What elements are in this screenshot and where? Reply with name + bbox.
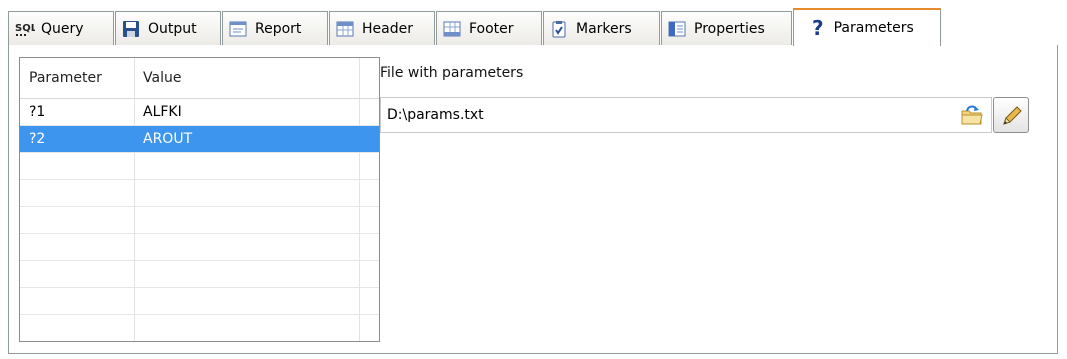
footer-table-icon (443, 20, 461, 38)
parameters-panel: Parameter Value ?1 ALFKI ?2 AROUT File w… (8, 45, 1058, 354)
tab-label: Properties (694, 20, 765, 37)
tab-label: Footer (469, 20, 514, 37)
tab-markers[interactable]: Markers (543, 11, 660, 45)
parameters-grid[interactable]: Parameter Value ?1 ALFKI ?2 AROUT (19, 57, 380, 342)
empty-row[interactable] (20, 180, 379, 207)
table-row[interactable]: ?1 ALFKI (20, 99, 379, 126)
tab-label: Parameters (833, 20, 914, 36)
tab-query[interactable]: SQL Query (8, 11, 114, 45)
value-cell[interactable]: AROUT (134, 126, 359, 152)
tab-parameters[interactable]: ? Parameters (793, 8, 941, 46)
empty-row[interactable] (20, 261, 379, 288)
tab-label: Output (148, 20, 197, 37)
tab-label: Markers (576, 20, 632, 37)
tab-report[interactable]: Report (222, 11, 328, 45)
value-cell[interactable]: ALFKI (134, 99, 359, 125)
empty-row[interactable] (20, 153, 379, 180)
svg-text:SQL: SQL (15, 23, 35, 34)
tab-footer[interactable]: Footer (436, 11, 542, 45)
tab-strip: SQL Query Output Report Header Footer Ma… (8, 8, 1058, 46)
properties-icon (668, 20, 686, 38)
column-header-value[interactable]: Value (134, 58, 359, 98)
empty-row[interactable] (20, 207, 379, 234)
column-header-parameter[interactable]: Parameter (20, 58, 134, 98)
tab-label: Query (41, 20, 84, 37)
clipboard-check-icon (550, 20, 568, 38)
table-row-selected[interactable]: ?2 AROUT (20, 126, 379, 153)
question-icon: ? (812, 16, 824, 40)
tab-label: Header (362, 20, 413, 37)
edit-button[interactable] (993, 97, 1029, 133)
header-table-icon (336, 20, 354, 38)
file-path-field[interactable]: D:\params.txt (380, 97, 992, 133)
empty-row[interactable] (20, 234, 379, 261)
floppy-disk-icon (122, 20, 140, 38)
grid-header: Parameter Value (20, 58, 379, 99)
tab-properties[interactable]: Properties (661, 11, 792, 45)
report-icon (229, 20, 247, 38)
file-path-value[interactable]: D:\params.txt (387, 98, 484, 132)
empty-row[interactable] (20, 315, 379, 341)
empty-row[interactable] (20, 288, 379, 315)
file-parameters-label: File with parameters (380, 65, 524, 81)
tab-header[interactable]: Header (329, 11, 435, 45)
parameter-cell[interactable]: ?2 (20, 126, 134, 152)
tab-label: Report (255, 20, 302, 37)
open-folder-icon[interactable] (961, 105, 983, 125)
tab-output[interactable]: Output (115, 11, 221, 45)
parameter-cell[interactable]: ?1 (20, 99, 134, 125)
sql-icon: SQL (15, 20, 38, 38)
